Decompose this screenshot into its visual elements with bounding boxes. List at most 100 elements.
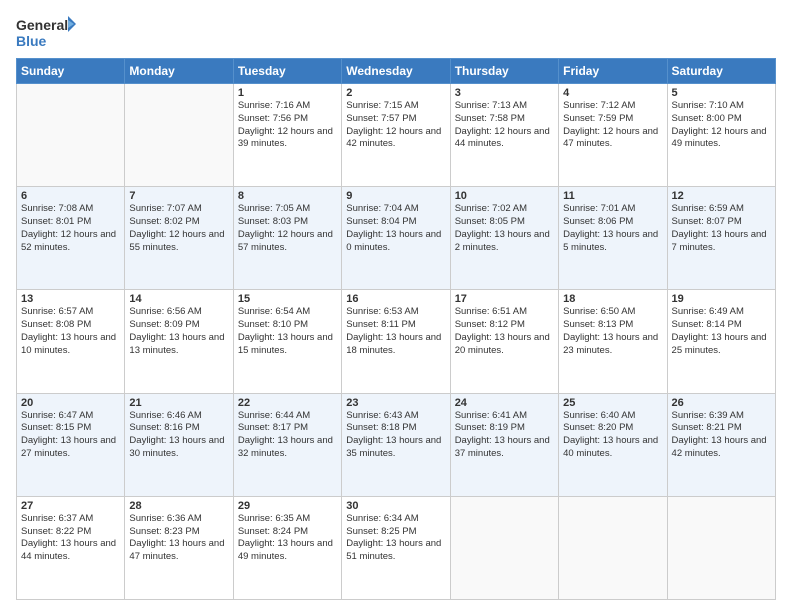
day-info: Sunrise: 6:57 AMSunset: 8:08 PMDaylight:… (21, 306, 120, 357)
day-info: Sunrise: 6:47 AMSunset: 8:15 PMDaylight:… (21, 410, 120, 461)
svg-text:General: General (16, 17, 68, 33)
day-number: 28 (129, 500, 228, 512)
day-info: Sunrise: 7:05 AMSunset: 8:03 PMDaylight:… (238, 203, 337, 254)
calendar-week-row: 13Sunrise: 6:57 AMSunset: 8:08 PMDayligh… (17, 290, 776, 393)
table-row: 3Sunrise: 7:13 AMSunset: 7:58 PMDaylight… (450, 84, 558, 187)
table-row: 14Sunrise: 6:56 AMSunset: 8:09 PMDayligh… (125, 290, 233, 393)
day-info: Sunrise: 6:51 AMSunset: 8:12 PMDaylight:… (455, 306, 554, 357)
table-row: 20Sunrise: 6:47 AMSunset: 8:15 PMDayligh… (17, 393, 125, 496)
calendar-header-row: Sunday Monday Tuesday Wednesday Thursday… (17, 59, 776, 84)
day-number: 30 (346, 500, 445, 512)
day-number: 12 (672, 190, 771, 202)
table-row: 15Sunrise: 6:54 AMSunset: 8:10 PMDayligh… (233, 290, 341, 393)
table-row: 29Sunrise: 6:35 AMSunset: 8:24 PMDayligh… (233, 496, 341, 599)
calendar-week-row: 20Sunrise: 6:47 AMSunset: 8:15 PMDayligh… (17, 393, 776, 496)
day-info: Sunrise: 6:53 AMSunset: 8:11 PMDaylight:… (346, 306, 445, 357)
day-info: Sunrise: 7:12 AMSunset: 7:59 PMDaylight:… (563, 100, 662, 151)
day-number: 29 (238, 500, 337, 512)
day-info: Sunrise: 7:08 AMSunset: 8:01 PMDaylight:… (21, 203, 120, 254)
day-number: 26 (672, 397, 771, 409)
table-row: 21Sunrise: 6:46 AMSunset: 8:16 PMDayligh… (125, 393, 233, 496)
table-row (450, 496, 558, 599)
table-row: 17Sunrise: 6:51 AMSunset: 8:12 PMDayligh… (450, 290, 558, 393)
day-info: Sunrise: 6:41 AMSunset: 8:19 PMDaylight:… (455, 410, 554, 461)
col-tuesday: Tuesday (233, 59, 341, 84)
logo: General Blue (16, 12, 76, 50)
day-info: Sunrise: 6:35 AMSunset: 8:24 PMDaylight:… (238, 513, 337, 564)
header: General Blue (16, 12, 776, 50)
day-number: 20 (21, 397, 120, 409)
day-info: Sunrise: 7:10 AMSunset: 8:00 PMDaylight:… (672, 100, 771, 151)
day-info: Sunrise: 6:43 AMSunset: 8:18 PMDaylight:… (346, 410, 445, 461)
day-info: Sunrise: 6:54 AMSunset: 8:10 PMDaylight:… (238, 306, 337, 357)
day-number: 24 (455, 397, 554, 409)
day-info: Sunrise: 7:16 AMSunset: 7:56 PMDaylight:… (238, 100, 337, 151)
day-number: 10 (455, 190, 554, 202)
calendar-week-row: 27Sunrise: 6:37 AMSunset: 8:22 PMDayligh… (17, 496, 776, 599)
day-info: Sunrise: 6:49 AMSunset: 8:14 PMDaylight:… (672, 306, 771, 357)
table-row: 6Sunrise: 7:08 AMSunset: 8:01 PMDaylight… (17, 187, 125, 290)
table-row (667, 496, 775, 599)
day-info: Sunrise: 6:44 AMSunset: 8:17 PMDaylight:… (238, 410, 337, 461)
day-info: Sunrise: 6:50 AMSunset: 8:13 PMDaylight:… (563, 306, 662, 357)
day-number: 6 (21, 190, 120, 202)
col-thursday: Thursday (450, 59, 558, 84)
day-info: Sunrise: 7:02 AMSunset: 8:05 PMDaylight:… (455, 203, 554, 254)
table-row: 4Sunrise: 7:12 AMSunset: 7:59 PMDaylight… (559, 84, 667, 187)
table-row: 10Sunrise: 7:02 AMSunset: 8:05 PMDayligh… (450, 187, 558, 290)
svg-text:Blue: Blue (16, 33, 47, 49)
table-row: 13Sunrise: 6:57 AMSunset: 8:08 PMDayligh… (17, 290, 125, 393)
logo-svg: General Blue (16, 12, 76, 50)
table-row: 26Sunrise: 6:39 AMSunset: 8:21 PMDayligh… (667, 393, 775, 496)
day-number: 18 (563, 293, 662, 305)
table-row: 24Sunrise: 6:41 AMSunset: 8:19 PMDayligh… (450, 393, 558, 496)
col-saturday: Saturday (667, 59, 775, 84)
calendar-table: Sunday Monday Tuesday Wednesday Thursday… (16, 58, 776, 600)
table-row: 22Sunrise: 6:44 AMSunset: 8:17 PMDayligh… (233, 393, 341, 496)
table-row: 28Sunrise: 6:36 AMSunset: 8:23 PMDayligh… (125, 496, 233, 599)
table-row: 23Sunrise: 6:43 AMSunset: 8:18 PMDayligh… (342, 393, 450, 496)
day-info: Sunrise: 6:46 AMSunset: 8:16 PMDaylight:… (129, 410, 228, 461)
table-row: 16Sunrise: 6:53 AMSunset: 8:11 PMDayligh… (342, 290, 450, 393)
table-row: 11Sunrise: 7:01 AMSunset: 8:06 PMDayligh… (559, 187, 667, 290)
table-row: 27Sunrise: 6:37 AMSunset: 8:22 PMDayligh… (17, 496, 125, 599)
day-number: 11 (563, 190, 662, 202)
day-number: 15 (238, 293, 337, 305)
day-info: Sunrise: 6:36 AMSunset: 8:23 PMDaylight:… (129, 513, 228, 564)
day-number: 23 (346, 397, 445, 409)
day-info: Sunrise: 6:34 AMSunset: 8:25 PMDaylight:… (346, 513, 445, 564)
day-number: 8 (238, 190, 337, 202)
day-info: Sunrise: 7:01 AMSunset: 8:06 PMDaylight:… (563, 203, 662, 254)
day-number: 27 (21, 500, 120, 512)
col-wednesday: Wednesday (342, 59, 450, 84)
day-info: Sunrise: 6:56 AMSunset: 8:09 PMDaylight:… (129, 306, 228, 357)
day-info: Sunrise: 7:15 AMSunset: 7:57 PMDaylight:… (346, 100, 445, 151)
day-number: 16 (346, 293, 445, 305)
page: General Blue Sunday Monday Tuesday Wedne… (0, 0, 792, 612)
day-info: Sunrise: 6:59 AMSunset: 8:07 PMDaylight:… (672, 203, 771, 254)
col-friday: Friday (559, 59, 667, 84)
day-info: Sunrise: 6:39 AMSunset: 8:21 PMDaylight:… (672, 410, 771, 461)
day-number: 4 (563, 87, 662, 99)
day-number: 19 (672, 293, 771, 305)
day-number: 3 (455, 87, 554, 99)
calendar-week-row: 6Sunrise: 7:08 AMSunset: 8:01 PMDaylight… (17, 187, 776, 290)
day-number: 25 (563, 397, 662, 409)
col-sunday: Sunday (17, 59, 125, 84)
day-number: 22 (238, 397, 337, 409)
table-row: 18Sunrise: 6:50 AMSunset: 8:13 PMDayligh… (559, 290, 667, 393)
table-row: 1Sunrise: 7:16 AMSunset: 7:56 PMDaylight… (233, 84, 341, 187)
table-row: 12Sunrise: 6:59 AMSunset: 8:07 PMDayligh… (667, 187, 775, 290)
day-number: 1 (238, 87, 337, 99)
table-row: 7Sunrise: 7:07 AMSunset: 8:02 PMDaylight… (125, 187, 233, 290)
day-info: Sunrise: 7:13 AMSunset: 7:58 PMDaylight:… (455, 100, 554, 151)
day-number: 13 (21, 293, 120, 305)
table-row: 9Sunrise: 7:04 AMSunset: 8:04 PMDaylight… (342, 187, 450, 290)
day-info: Sunrise: 6:37 AMSunset: 8:22 PMDaylight:… (21, 513, 120, 564)
day-info: Sunrise: 7:04 AMSunset: 8:04 PMDaylight:… (346, 203, 445, 254)
col-monday: Monday (125, 59, 233, 84)
day-number: 14 (129, 293, 228, 305)
table-row (559, 496, 667, 599)
table-row: 8Sunrise: 7:05 AMSunset: 8:03 PMDaylight… (233, 187, 341, 290)
day-number: 5 (672, 87, 771, 99)
